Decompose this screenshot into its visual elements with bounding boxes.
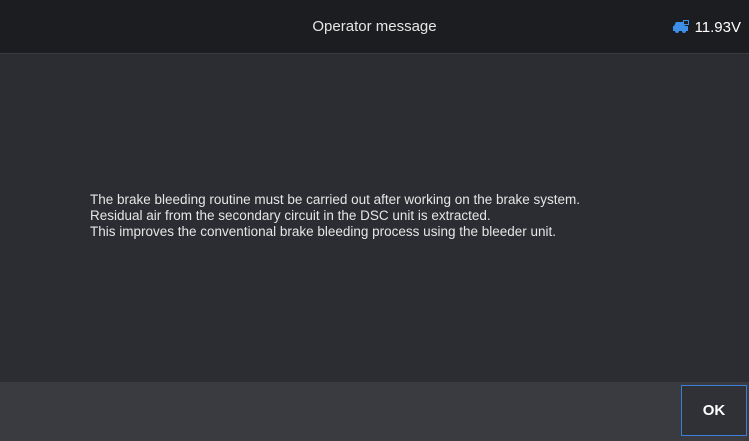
- footer-bar: OK: [0, 382, 749, 441]
- operator-message-screen: Operator message 11.93V The brake bleedi…: [0, 0, 749, 441]
- header-bar: Operator message 11.93V: [0, 0, 749, 54]
- message-line-1: The brake bleeding routine must be carri…: [90, 192, 581, 207]
- message-area: The brake bleeding routine must be carri…: [0, 54, 749, 382]
- operator-message-text: The brake bleeding routine must be carri…: [90, 192, 730, 240]
- message-line-2: Residual air from the secondary circuit …: [90, 208, 491, 223]
- message-line-3: This improves the conventional brake ble…: [90, 224, 557, 239]
- car-battery-icon: [672, 20, 690, 34]
- battery-voltage: 11.93V: [694, 18, 741, 36]
- ok-button[interactable]: OK: [681, 385, 747, 436]
- page-title: Operator message: [312, 18, 437, 35]
- voltage-status: 11.93V: [672, 0, 741, 54]
